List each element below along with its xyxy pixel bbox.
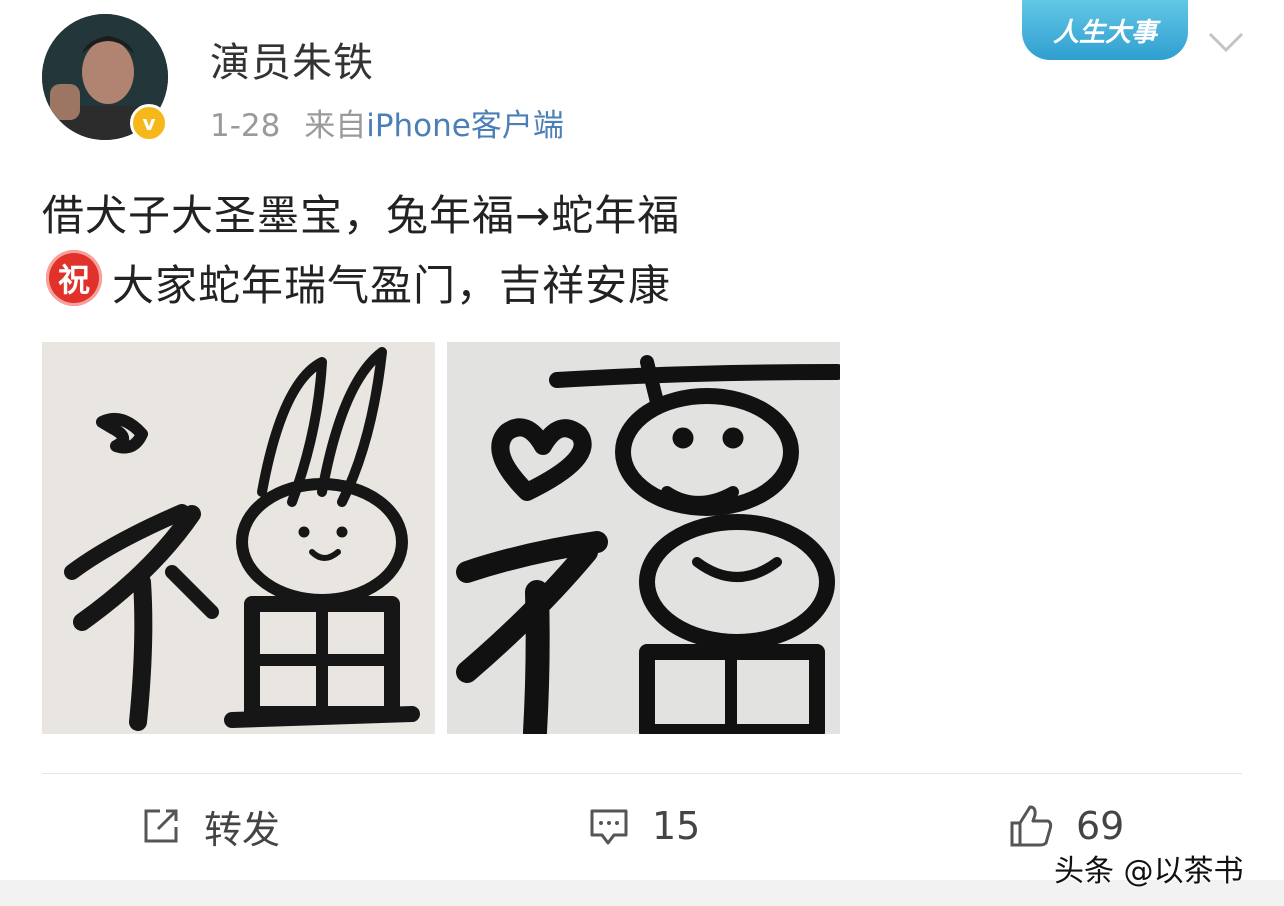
verified-badge: v [130, 104, 168, 142]
post-image-snake-fu[interactable] [447, 342, 840, 734]
post-image-rabbit-fu[interactable] [42, 342, 435, 734]
event-banner[interactable]: 人生大事 [1022, 0, 1188, 60]
watermark: 头条 @以茶书 [1054, 854, 1244, 889]
post-date: 1-28 [210, 108, 281, 144]
share-button[interactable]: 转发 [140, 800, 280, 852]
username[interactable]: 演员朱铁 [210, 30, 374, 88]
source-client[interactable]: iPhone客户端 [366, 108, 564, 144]
thumbs-up-icon [1010, 805, 1053, 847]
like-button[interactable]: 69 [1008, 800, 1124, 852]
post-text-line2: 大家蛇年瑞气盈门，吉祥安康 [112, 261, 672, 310]
post-meta: 1-28 来自iPhone客户端 [210, 100, 564, 145]
comment-button[interactable]: 15 [588, 800, 700, 852]
source-prefix: 来自 [304, 108, 367, 144]
share-label: 转发 [204, 807, 281, 852]
zhu-emoji-icon: 祝 [46, 250, 102, 306]
post-text-line1: 借犬子大圣墨宝，兔年福→蛇年福 [42, 191, 681, 240]
like-count: 69 [1076, 804, 1125, 848]
chevron-down-icon[interactable] [1208, 30, 1244, 54]
share-icon [144, 809, 178, 843]
action-divider [42, 773, 1242, 774]
comment-count: 15 [652, 804, 701, 848]
comment-icon [590, 809, 628, 845]
